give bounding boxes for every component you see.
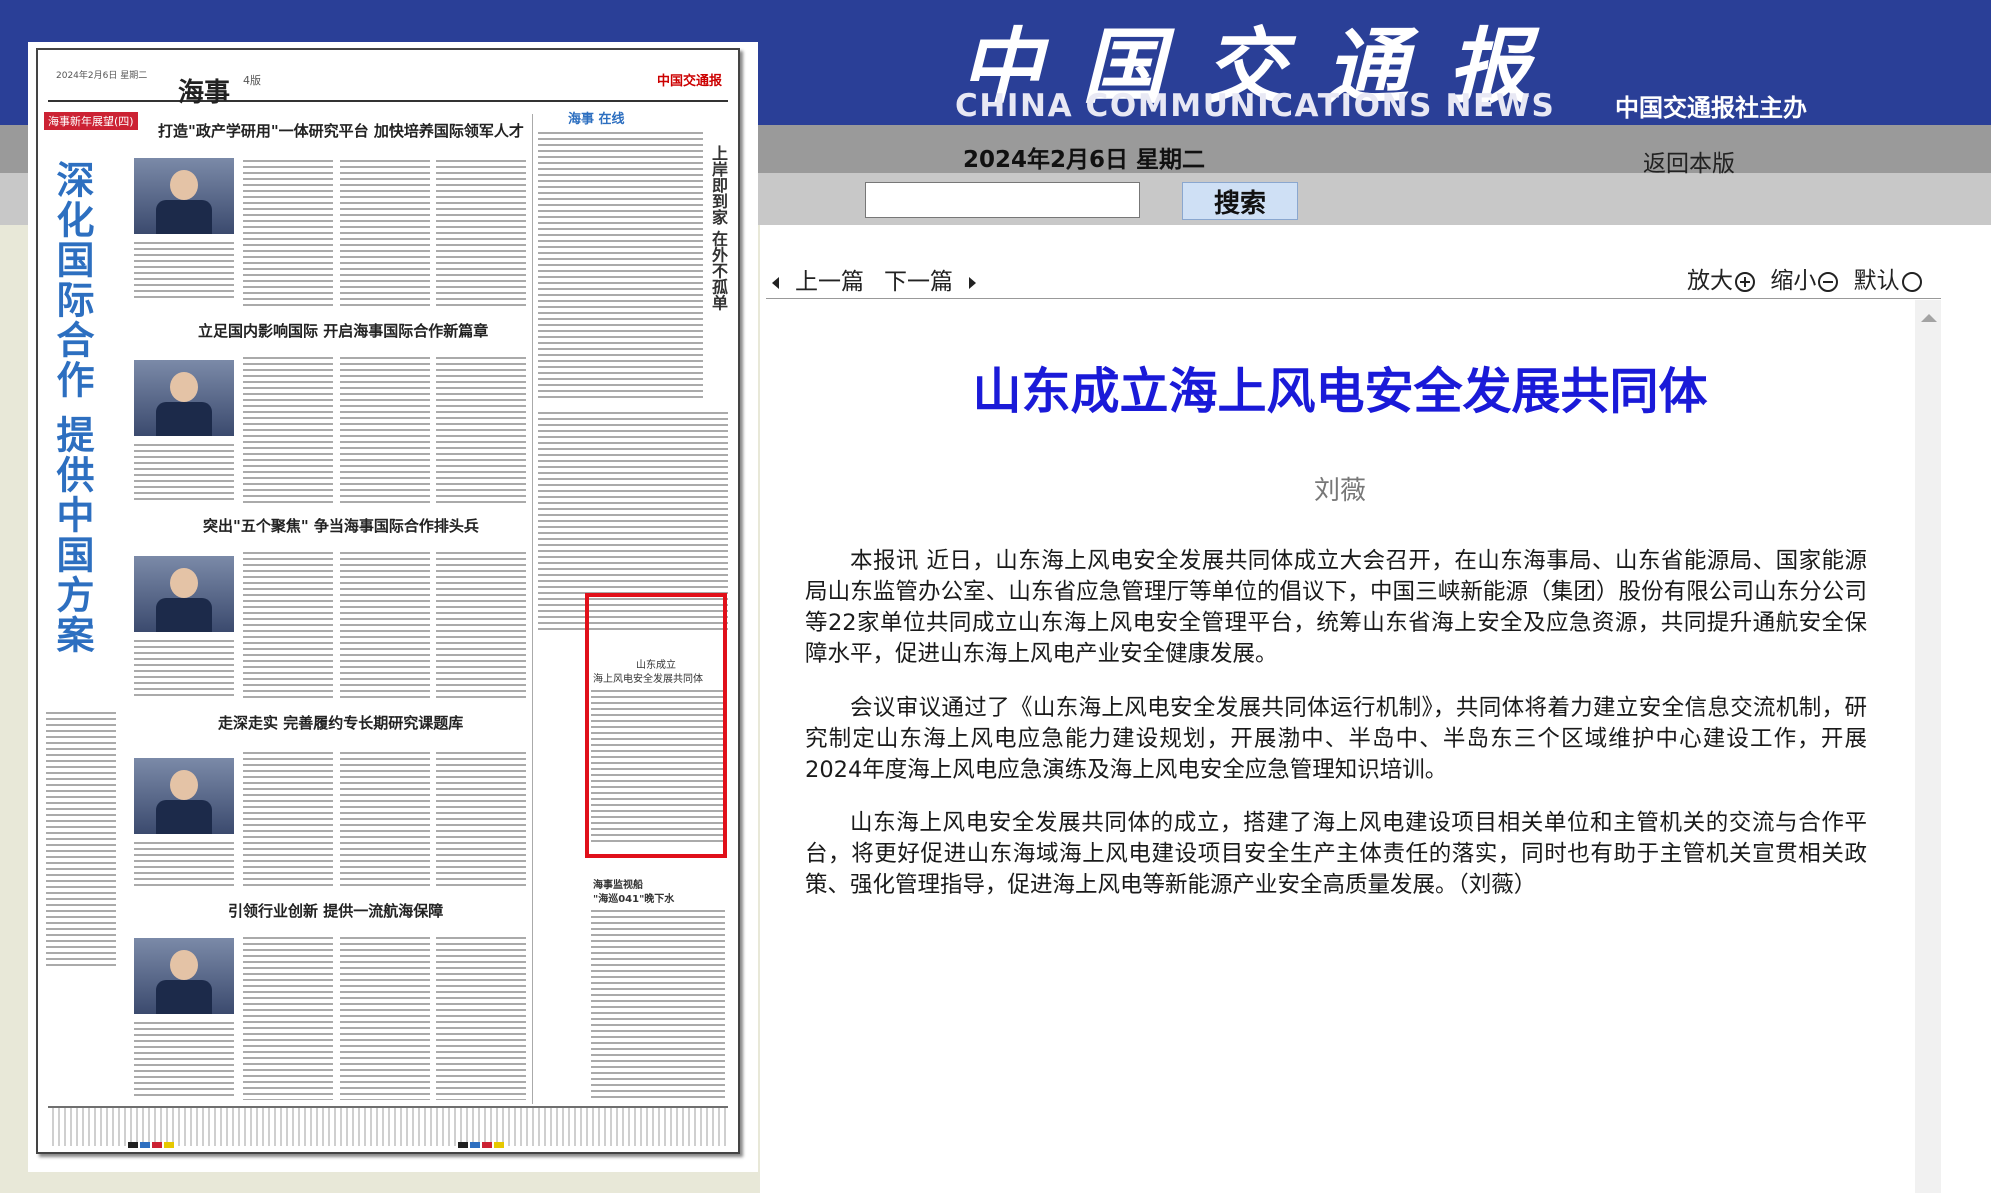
nav-divider xyxy=(766,298,1941,299)
color-registration-bar xyxy=(494,1142,504,1148)
prev-article-label: 上一篇 xyxy=(795,269,864,295)
search-button[interactable]: 搜索 xyxy=(1182,182,1298,220)
article-author: 刘薇 xyxy=(1313,476,1366,506)
scroll-up-arrow-icon[interactable] xyxy=(1921,314,1937,322)
page-article-title-line: "海巡041"晚下水 xyxy=(593,894,675,905)
page-column-vertical-title: 上岸即到家 在外不孤单 xyxy=(709,145,728,311)
current-article-highlight[interactable] xyxy=(585,593,727,858)
page-text-block xyxy=(134,840,234,890)
page-text-block xyxy=(134,442,234,502)
minus-circle-icon xyxy=(1818,271,1839,292)
article-paragraph: 山东海上风电安全发展共同体的成立，搭建了海上风电建设项目相关单位和主管机关的交流… xyxy=(805,810,1867,898)
page-text-block xyxy=(243,355,333,505)
back-to-page-link[interactable]: 返回本版 xyxy=(1643,144,1793,177)
color-registration-bar xyxy=(470,1142,480,1148)
page-text-block xyxy=(340,750,430,890)
prev-article-link[interactable]: 上一篇 xyxy=(772,262,882,295)
article-paragraph: 本报讯 近日，山东海上风电安全发展共同体成立大会召开，在山东海事局、山东省能源局… xyxy=(805,548,1867,667)
page-headline[interactable]: 突出"五个聚焦" 争当海事国际合作排头兵 xyxy=(203,515,479,536)
page-article-title-line: 海事监视船 xyxy=(593,880,643,891)
page-masthead: 2024年2月6日 星期二 海事 4版 中国交通报 xyxy=(48,60,728,108)
search-input[interactable] xyxy=(865,182,1140,218)
page-headline[interactable]: 立足国内影响国际 开启海事国际合作新篇章 xyxy=(198,320,488,341)
page-number: 4版 xyxy=(243,74,261,87)
arrow-left-icon xyxy=(772,276,779,289)
page-text-block xyxy=(436,355,526,505)
color-registration-bar xyxy=(140,1142,150,1148)
page-text-block xyxy=(46,710,116,970)
arrow-right-icon xyxy=(969,276,976,289)
page-column-rule xyxy=(532,114,533,1104)
zoom-controls: 放大 缩小 默认 xyxy=(1687,261,1977,295)
page-text-block xyxy=(243,550,333,700)
zoom-out-button[interactable]: 缩小 xyxy=(1770,261,1839,295)
color-registration-bar xyxy=(152,1142,162,1148)
page-text-block xyxy=(243,935,333,1100)
page-text-block xyxy=(134,1020,234,1100)
page-text-block xyxy=(340,550,430,700)
zoom-in-label: 放大 xyxy=(1687,268,1733,294)
page-text-block xyxy=(591,908,725,1098)
article-paragraph: 会议审议通过了《山东海上风电安全发展共同体运行机制》，共同体将着力建立安全信息交… xyxy=(805,695,1867,783)
newspaper-logo-english: CHINA COMMUNICATIONS NEWS xyxy=(955,88,1556,124)
zoom-default-label: 默认 xyxy=(1853,268,1900,294)
page-vertical-title: 深化国际合作 提供中国方案 xyxy=(50,160,94,656)
page-text-block xyxy=(436,750,526,890)
zoom-in-button[interactable]: 放大 xyxy=(1687,261,1755,295)
officer-photo xyxy=(134,556,234,632)
circle-icon xyxy=(1901,271,1922,292)
newspaper-logo-chinese: 中国交通报 xyxy=(960,19,1570,115)
page-text-block xyxy=(340,935,430,1100)
officer-photo xyxy=(134,360,234,436)
page-masthead-date: 2024年2月6日 星期二 xyxy=(56,71,148,81)
zoom-out-label: 缩小 xyxy=(1770,268,1817,294)
color-registration-bar xyxy=(128,1142,138,1148)
page-text-block xyxy=(340,355,430,505)
publisher-label: 中国交通报社主办 xyxy=(1615,94,1807,122)
page-text-block xyxy=(134,240,234,300)
article-scrollbar[interactable] xyxy=(1915,300,1941,1193)
page-section-name: 海事 xyxy=(178,78,231,108)
page-column-header: 海事 在线 xyxy=(568,112,625,127)
next-article-label: 下一篇 xyxy=(884,269,953,295)
officer-photo xyxy=(134,938,234,1014)
page-headline[interactable]: 走深走实 完善履约专长期研究课题库 xyxy=(218,712,463,733)
page-text-block xyxy=(340,158,430,308)
color-registration-bar xyxy=(482,1142,492,1148)
page-text-block xyxy=(134,638,234,698)
zoom-default-button[interactable]: 默认 xyxy=(1854,261,1922,295)
page-text-block xyxy=(436,550,526,700)
page-headline[interactable]: 打造"政产学研用"一体研究平台 加快培养国际领军人才 xyxy=(158,120,524,141)
page-text-block xyxy=(436,935,526,1100)
color-registration-bar xyxy=(164,1142,174,1148)
page-headline[interactable]: 引领行业创新 提供一流航海保障 xyxy=(228,900,443,921)
officer-photo xyxy=(134,758,234,834)
page-mini-logo: 中国交通报 xyxy=(656,74,722,89)
page-text-block xyxy=(243,750,333,890)
page-text-block xyxy=(538,130,703,400)
issue-date: 2024年2月6日 星期二 xyxy=(963,147,1206,173)
color-registration-bar xyxy=(458,1142,468,1148)
page-text-block xyxy=(243,158,333,308)
page-tag: 海事新年展望(四) xyxy=(44,112,138,130)
next-article-link[interactable]: 下一篇 xyxy=(884,262,994,295)
plus-circle-icon xyxy=(1735,271,1755,292)
officer-photo xyxy=(134,158,234,234)
page-footer xyxy=(48,1106,728,1146)
article-title: 山东成立海上风电安全发展共同体 xyxy=(972,363,1708,420)
page-text-block xyxy=(436,158,526,308)
